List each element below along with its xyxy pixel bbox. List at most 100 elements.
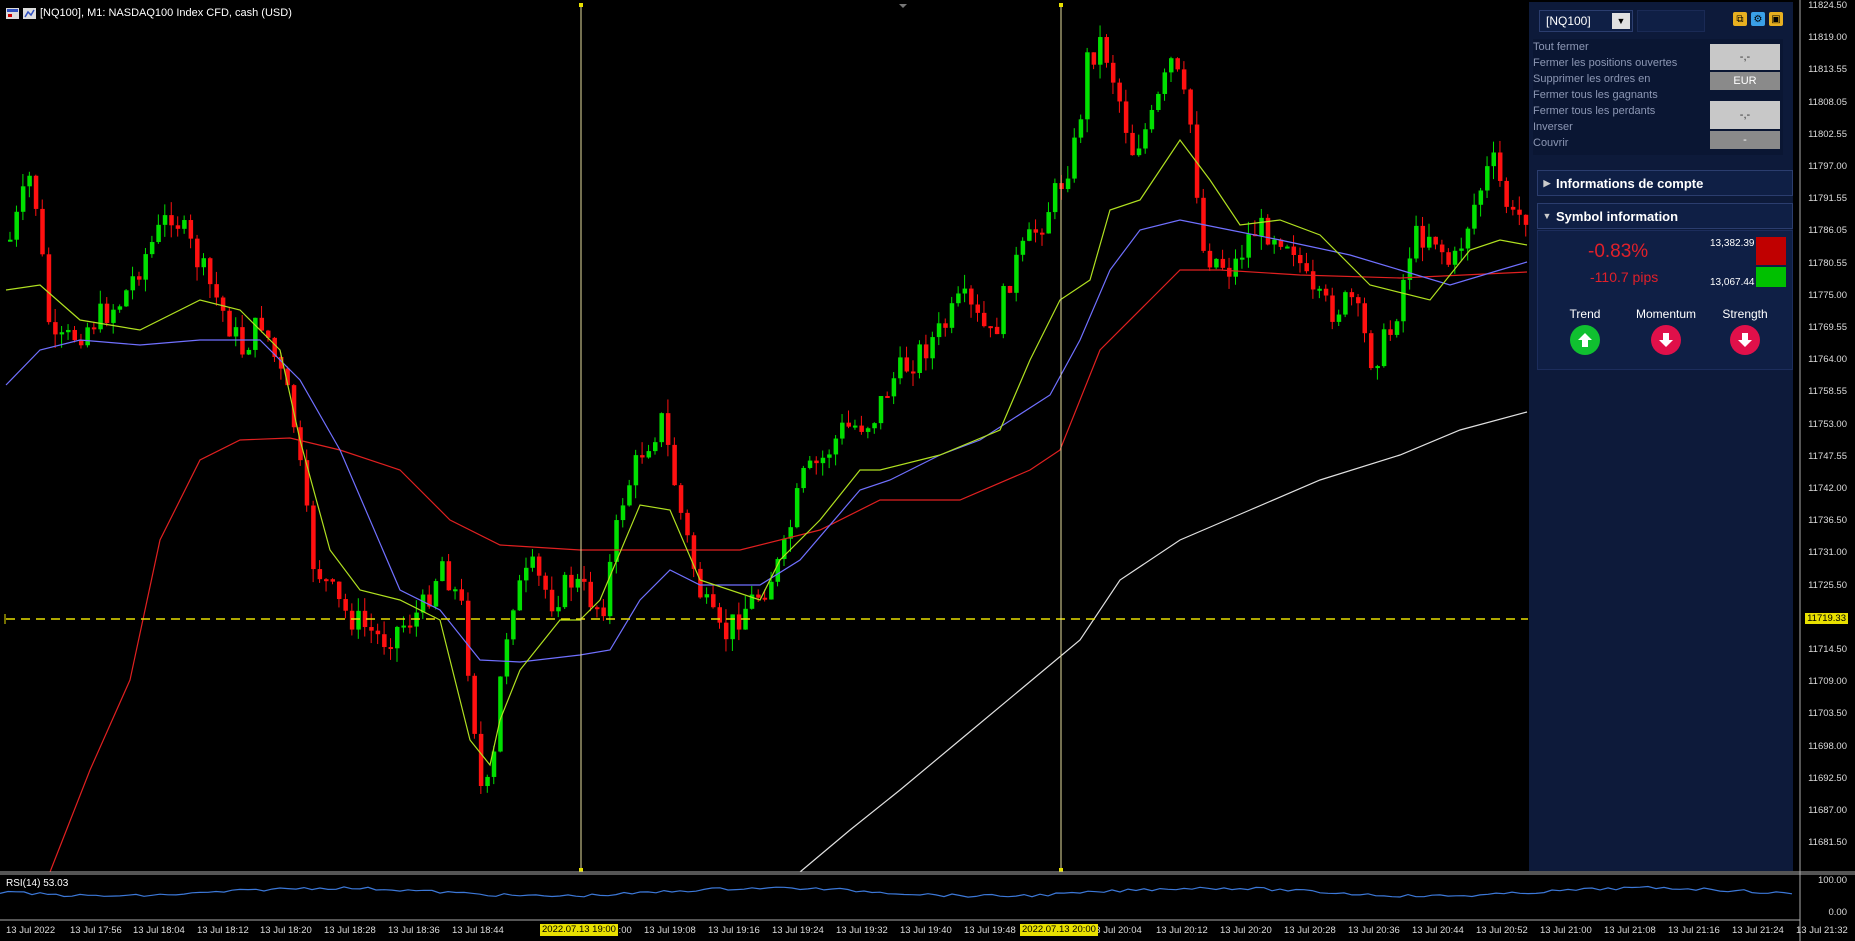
candle-body xyxy=(1375,366,1380,369)
candle-body xyxy=(336,581,342,600)
trade-panel: [NQ100] ▼ ⧉ ⚙ ▣ Tout fermer Fermer les p… xyxy=(1529,2,1793,871)
menu-close-winners[interactable]: Fermer tous les gagnants xyxy=(1533,89,1658,101)
candle-body xyxy=(1027,229,1032,241)
candle-body xyxy=(124,290,129,307)
price-axis-label: 11714.50 xyxy=(1808,644,1847,655)
copy-icon[interactable]: ⧉ xyxy=(1733,12,1747,26)
candle-body xyxy=(1098,37,1103,65)
candle-body xyxy=(53,322,58,335)
candle-body xyxy=(756,594,761,598)
change-percent: -0.83% xyxy=(1588,241,1649,262)
menu-close-positions[interactable]: Fermer les positions ouvertes xyxy=(1533,57,1677,69)
candle-body xyxy=(1014,254,1019,293)
candle-body xyxy=(1001,285,1006,335)
candle-body xyxy=(511,610,516,640)
price-axis-label: 11808.05 xyxy=(1808,96,1847,108)
price-axis-label: 11681.50 xyxy=(1808,837,1847,849)
price-axis-label: 11742.00 xyxy=(1808,483,1847,494)
candle-body xyxy=(814,460,819,464)
candle-body xyxy=(949,303,955,328)
time-axis-label: 13 Jul 19:48 xyxy=(964,925,1016,936)
current-price-tag: 11719.33 xyxy=(1805,613,1848,624)
candle-body xyxy=(1065,178,1071,190)
candle-body xyxy=(846,422,851,427)
time-axis-label: 13 Jul 18:28 xyxy=(324,925,376,936)
price-axis-label: 11797.00 xyxy=(1808,161,1847,172)
candle-body xyxy=(923,344,929,359)
value-button-1[interactable]: -,- xyxy=(1710,44,1780,70)
lot-input[interactable] xyxy=(1637,10,1705,32)
candle-body xyxy=(1285,246,1290,249)
menu-close-all[interactable]: Tout fermer xyxy=(1533,41,1589,53)
symbol-select[interactable]: [NQ100] ▼ xyxy=(1539,10,1633,32)
candle-body xyxy=(930,337,935,359)
candle-body xyxy=(20,186,26,212)
time-axis-label: 13 Jul 18:12 xyxy=(197,925,249,936)
candle-body xyxy=(620,505,626,521)
time-axis-label: 13 Jul 20:44 xyxy=(1412,925,1464,936)
candle-body xyxy=(704,594,710,598)
chevron-down-icon[interactable]: ▼ xyxy=(1612,13,1630,29)
value-button-3[interactable]: - xyxy=(1710,131,1780,149)
candle-body xyxy=(865,428,871,432)
symbol-value: [NQ100] xyxy=(1546,14,1591,28)
candle-body xyxy=(78,340,84,346)
candle-body xyxy=(1517,209,1522,215)
candle-body xyxy=(207,258,213,285)
price-axis-label: 11731.00 xyxy=(1808,547,1847,559)
candle-body xyxy=(1388,329,1393,335)
candle-body xyxy=(1510,206,1516,210)
candle-body xyxy=(569,574,574,588)
candle-body xyxy=(1007,285,1013,293)
menu-hedge[interactable]: Couvrir xyxy=(1533,137,1568,149)
candle-body xyxy=(169,215,174,226)
candle-body xyxy=(627,485,632,506)
candle-body xyxy=(975,304,980,313)
currency-button[interactable]: EUR xyxy=(1710,72,1780,90)
candle-body xyxy=(1169,58,1174,73)
candle-body xyxy=(588,581,593,608)
candle-body xyxy=(253,317,258,350)
candle-body xyxy=(575,578,581,588)
candle-body xyxy=(1104,37,1109,63)
time-axis-label: 13 Jul 18:04 xyxy=(133,925,185,936)
candle-body xyxy=(536,556,542,576)
menu-reverse[interactable]: Inverser xyxy=(1533,121,1573,133)
price-axis-label: 11703.50 xyxy=(1808,708,1847,720)
time-axis-label: 13 Jul 18:20 xyxy=(260,925,312,936)
gear-icon[interactable]: ⚙ xyxy=(1751,12,1765,26)
candle-body xyxy=(1310,271,1316,290)
menu-delete-orders[interactable]: Supprimer les ordres en xyxy=(1533,73,1650,85)
candle-body xyxy=(1214,258,1219,268)
candle-body xyxy=(1130,132,1135,156)
candle-body xyxy=(530,556,535,568)
time-marker-label-2: 2022.07.13 20:00 xyxy=(1020,924,1098,936)
value-button-2[interactable]: -,- xyxy=(1710,101,1780,129)
low-color-box xyxy=(1756,267,1786,287)
time-axis-label: 13 Jul 19:08 xyxy=(644,925,696,936)
menu-close-losers[interactable]: Fermer tous les perdants xyxy=(1533,105,1655,117)
candle-body xyxy=(794,488,800,528)
candle-body xyxy=(801,467,806,489)
candle-body xyxy=(678,485,684,513)
candle-body xyxy=(14,211,19,240)
candle-body xyxy=(1175,58,1180,70)
candle-body xyxy=(1394,321,1400,335)
symbol-info-header[interactable]: ▼ Symbol information xyxy=(1537,203,1793,229)
window-icon[interactable]: ▣ xyxy=(1769,12,1783,26)
high-color-box xyxy=(1756,237,1786,265)
candle-body xyxy=(46,254,52,323)
candle-body xyxy=(659,413,664,443)
candle-body xyxy=(85,327,90,346)
time-axis-label: 13 Jul 19:40 xyxy=(900,925,952,936)
account-info-header[interactable]: ▶ Informations de compte xyxy=(1537,170,1793,196)
candle-body xyxy=(827,454,832,458)
candle-body xyxy=(556,607,561,612)
candle-body xyxy=(343,599,348,611)
candle-body xyxy=(111,309,116,323)
price-axis-label: 11786.05 xyxy=(1808,225,1847,237)
candle-body xyxy=(1052,183,1058,213)
candle-body xyxy=(66,329,71,333)
candle-body xyxy=(40,208,45,255)
candle-body xyxy=(807,460,813,468)
